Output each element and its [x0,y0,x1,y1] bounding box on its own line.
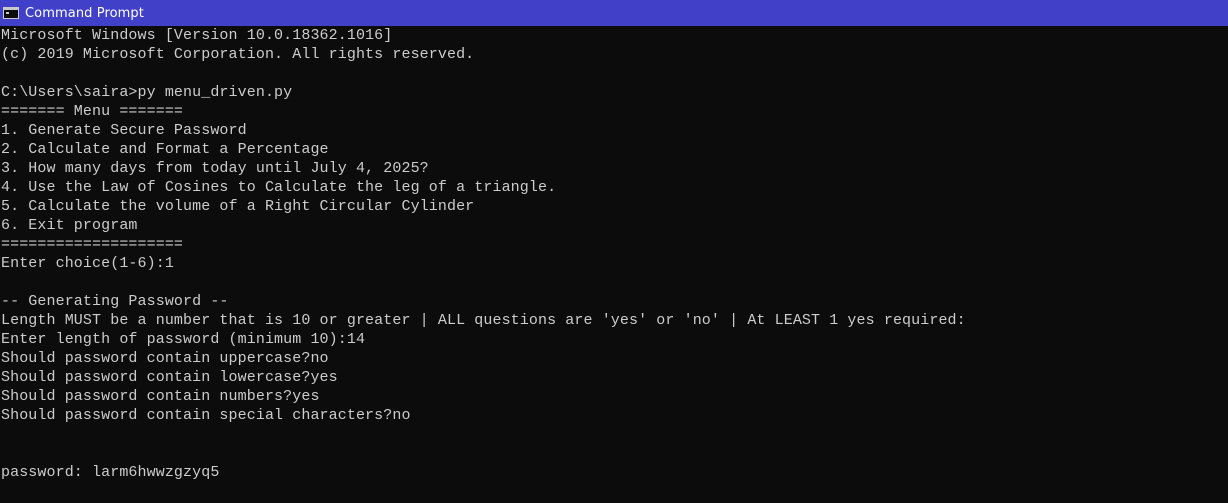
cmd-icon[interactable] [3,7,19,19]
console-output[interactable]: Microsoft Windows [Version 10.0.18362.10… [1,26,1221,503]
console-line: password: larm6hwwzgzyq5 [1,464,220,481]
console-line: (c) 2019 Microsoft Corporation. All righ… [1,46,475,63]
console-line: Should password contain numbers?yes [1,388,320,405]
console-line: Microsoft Windows [Version 10.0.18362.10… [1,27,393,44]
console-line: Enter choice(1-6):1 [1,255,174,272]
console-line: Should password contain uppercase?no [1,350,329,367]
console-line: 1. Generate Secure Password [1,122,247,139]
console-line: 6. Exit program [1,217,138,234]
console-line: C:\Users\saira>py menu_driven.py [1,84,293,101]
console-line: 3. How many days from today until July 4… [1,160,429,177]
console-line: Should password contain lowercase?yes [1,369,338,386]
console-line: ==================== [1,236,184,253]
console-line: ======= Menu ======= [1,103,184,120]
window-title: Command Prompt [25,5,144,21]
command-prompt-window: Command Prompt Microsoft Windows [Versio… [0,0,1228,503]
console-line: Enter length of password (minimum 10):14 [1,331,366,348]
console-line: -- Generating Password -- [1,293,229,310]
console-line: 5. Calculate the volume of a Right Circu… [1,198,475,215]
console-line: Should password contain special characte… [1,407,411,424]
console-line: 2. Calculate and Format a Percentage [1,141,329,158]
title-bar[interactable]: Command Prompt [0,0,1228,26]
console-line: Length MUST be a number that is 10 or gr… [1,312,966,329]
console-line: 4. Use the Law of Cosines to Calculate t… [1,179,557,196]
